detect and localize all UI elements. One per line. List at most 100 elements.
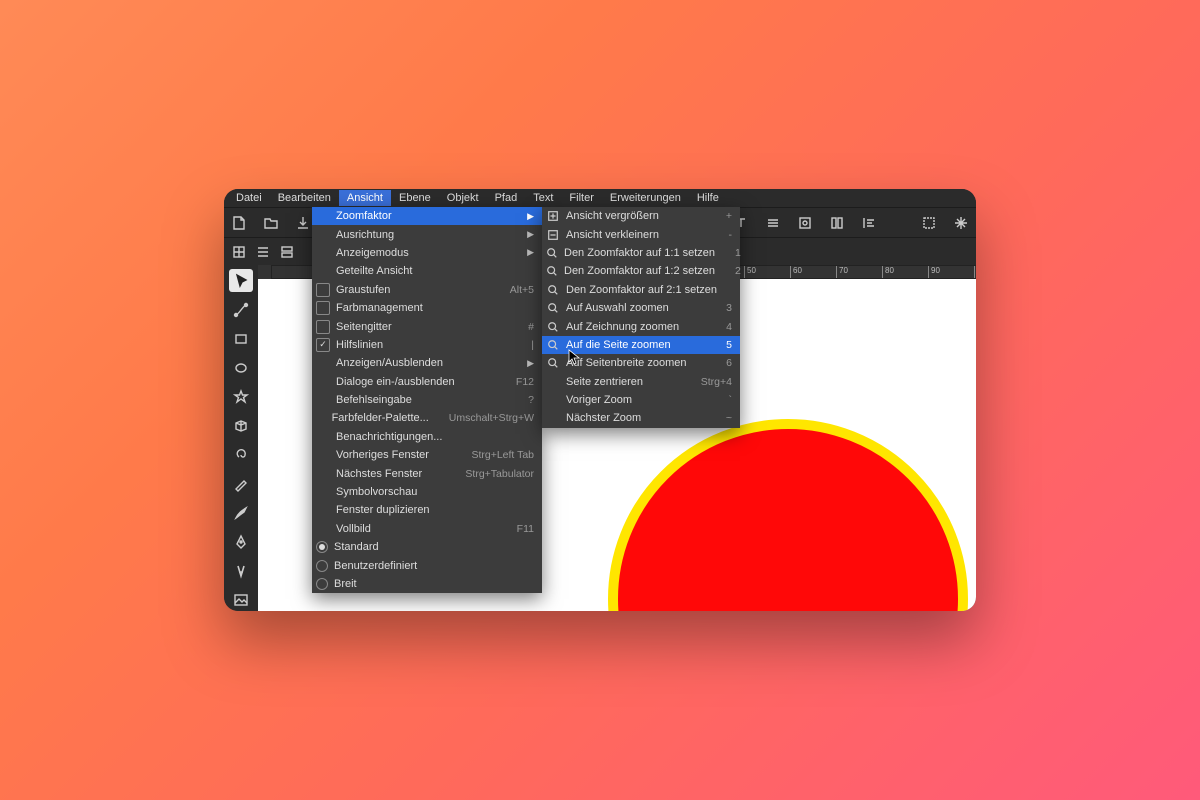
menu-item[interactable]: Nächstes FensterStrg+Tabulator bbox=[312, 464, 542, 482]
menu-item[interactable]: Ausrichtung▶ bbox=[312, 225, 542, 243]
pencil-tool[interactable] bbox=[229, 472, 253, 495]
sparkle-icon[interactable] bbox=[952, 214, 970, 232]
menu-item[interactable]: Den Zoomfaktor auf 2:1 setzen bbox=[542, 281, 740, 299]
menu-item[interactable]: Voriger Zoom` bbox=[542, 391, 740, 409]
image-tool[interactable] bbox=[229, 588, 253, 611]
menu-hilfe[interactable]: Hilfe bbox=[689, 190, 727, 206]
menu-ansicht[interactable]: Ansicht bbox=[339, 190, 391, 206]
selector-tool[interactable] bbox=[229, 269, 253, 292]
menu-item-label: Auf Zeichnung zoomen bbox=[566, 321, 706, 333]
menu-item[interactable]: Vollbild F11 bbox=[312, 520, 542, 538]
download-icon[interactable] bbox=[294, 214, 312, 232]
align-icon[interactable] bbox=[860, 214, 878, 232]
pen-tool[interactable] bbox=[229, 530, 253, 553]
menu-item[interactable]: Standard bbox=[312, 538, 542, 556]
shortcut-label: # bbox=[528, 321, 534, 333]
menu-item[interactable]: Vorheriges FensterStrg+Left Tab bbox=[312, 446, 542, 464]
menu-item[interactable]: Zoomfaktor▶ bbox=[312, 207, 542, 225]
menu-item-label: Geteilte Ansicht bbox=[336, 265, 534, 277]
menu-item[interactable]: Auf Seitenbreite zoomen6 bbox=[542, 354, 740, 372]
menu-item[interactable]: Dialoge ein-/ausblenden F12 bbox=[312, 373, 542, 391]
menu-filter[interactable]: Filter bbox=[561, 190, 601, 206]
zoom-submenu[interactable]: Ansicht vergrößern+ Ansicht verkleinern - D… bbox=[542, 207, 740, 428]
menu-item-label: Ansicht verkleinern bbox=[566, 229, 709, 241]
menu-bearbeiten[interactable]: Bearbeiten bbox=[270, 190, 339, 206]
shortcut-label: ? bbox=[528, 394, 534, 406]
menu-erweiterungen[interactable]: Erweiterungen bbox=[602, 190, 689, 206]
menu-item[interactable]: Farbfelder-Palette...Umschalt+Strg+W bbox=[312, 409, 542, 427]
shortcut-label: 3 bbox=[726, 302, 732, 314]
menu-item[interactable]: Benachrichtigungen... bbox=[312, 428, 542, 446]
menu-item[interactable]: Den Zoomfaktor auf 1:1 setzen1 bbox=[542, 244, 740, 262]
spiral-tool[interactable] bbox=[229, 443, 253, 466]
menu-item[interactable]: Den Zoomfaktor auf 1:2 setzen 2 bbox=[542, 262, 740, 280]
menu-item-label: Dialoge ein-/ausblenden bbox=[336, 376, 496, 388]
menu-pfad[interactable]: Pfad bbox=[487, 190, 526, 206]
list-icon[interactable] bbox=[254, 243, 272, 261]
radio-icon bbox=[316, 541, 328, 553]
shortcut-label: Strg+4 bbox=[701, 376, 732, 388]
menu-item-label: Seitengitter bbox=[336, 321, 508, 333]
zoom-12-icon bbox=[546, 264, 558, 278]
menu-item-label: Vollbild bbox=[336, 523, 497, 535]
ellipse-tool[interactable] bbox=[229, 356, 253, 379]
menu-item[interactable]: Seitengitter # bbox=[312, 317, 542, 335]
menu-datei[interactable]: Datei bbox=[228, 190, 270, 206]
menu-item[interactable]: Benutzerdefiniert bbox=[312, 556, 542, 574]
shortcut-label: - bbox=[729, 229, 733, 241]
select-icon[interactable] bbox=[920, 214, 938, 232]
menu-item[interactable]: Nächster Zoom~ bbox=[542, 409, 740, 427]
new-doc-icon[interactable] bbox=[230, 214, 248, 232]
menu-text[interactable]: Text bbox=[525, 190, 561, 206]
node-tool[interactable] bbox=[229, 298, 253, 321]
stack-icon[interactable] bbox=[278, 243, 296, 261]
menu-ebene[interactable]: Ebene bbox=[391, 190, 439, 206]
menu-item[interactable]: Breit bbox=[312, 575, 542, 593]
menu-item[interactable]: Symbolvorschau bbox=[312, 483, 542, 501]
menu-item[interactable]: Anzeigemodus▶ bbox=[312, 244, 542, 262]
menu-item[interactable]: Fenster duplizieren bbox=[312, 501, 542, 519]
menubar[interactable]: DateiBearbeitenAnsichtEbeneObjektPfadTex… bbox=[224, 189, 976, 207]
menu-item[interactable]: Geteilte Ansicht bbox=[312, 262, 542, 280]
columns-icon[interactable] bbox=[828, 214, 846, 232]
menu-item[interactable]: Anzeigen/Ausblenden▶ bbox=[312, 354, 542, 372]
shortcut-label: 2 bbox=[735, 265, 741, 277]
menu-item[interactable]: Auf Auswahl zoomen3 bbox=[542, 299, 740, 317]
cube-tool[interactable] bbox=[229, 414, 253, 437]
calligraphy-tool[interactable] bbox=[229, 501, 253, 524]
ruler-tick: 50 bbox=[744, 266, 756, 279]
menu-item-label: Anzeigen/Ausblenden bbox=[336, 357, 511, 369]
menu-item-label: Breit bbox=[334, 578, 534, 590]
menu-objekt[interactable]: Objekt bbox=[439, 190, 487, 206]
menu-item[interactable]: Ansicht verkleinern - bbox=[542, 225, 740, 243]
grid-icon[interactable] bbox=[230, 243, 248, 261]
shortcut-label: 1 bbox=[735, 247, 741, 259]
checkbox-icon bbox=[316, 283, 330, 297]
menu-item-label: Nächster Zoom bbox=[566, 412, 706, 424]
menu-item[interactable]: Auf Zeichnung zoomen4 bbox=[542, 317, 740, 335]
rectangle-tool[interactable] bbox=[229, 327, 253, 350]
open-icon[interactable] bbox=[262, 214, 280, 232]
menu-item[interactable]: Hilfslinien| bbox=[312, 336, 542, 354]
menu-item[interactable]: Befehlseingabe? bbox=[312, 391, 542, 409]
frame-icon[interactable] bbox=[796, 214, 814, 232]
ruler-tick: 90 bbox=[928, 266, 940, 279]
menu-item[interactable]: Seite zentrierenStrg+4 bbox=[542, 373, 740, 391]
menu-item[interactable]: Farbmanagement bbox=[312, 299, 542, 317]
lines-icon[interactable] bbox=[764, 214, 782, 232]
drawn-circle[interactable] bbox=[608, 419, 968, 611]
ruler-tick: 70 bbox=[836, 266, 848, 279]
shortcut-label: Strg+Left Tab bbox=[471, 449, 534, 461]
menu-item[interactable]: Auf die Seite zoomen5 bbox=[542, 336, 740, 354]
menu-item[interactable]: GraustufenAlt+5 bbox=[312, 281, 542, 299]
view-menu[interactable]: Zoomfaktor▶Ausrichtung▶Anzeigemodus▶ Gete… bbox=[312, 207, 542, 593]
text-tool[interactable] bbox=[229, 559, 253, 582]
menu-item-label: Hilfslinien bbox=[336, 339, 511, 351]
mag-icon bbox=[546, 320, 560, 334]
star-tool[interactable] bbox=[229, 385, 253, 408]
menu-item[interactable]: Ansicht vergrößern+ bbox=[542, 207, 740, 225]
shortcut-label: F11 bbox=[517, 523, 534, 535]
menu-item-label: Den Zoomfaktor auf 1:2 setzen bbox=[564, 265, 715, 277]
shortcut-label: F12 bbox=[516, 376, 534, 388]
menu-item-label: Standard bbox=[334, 541, 534, 553]
